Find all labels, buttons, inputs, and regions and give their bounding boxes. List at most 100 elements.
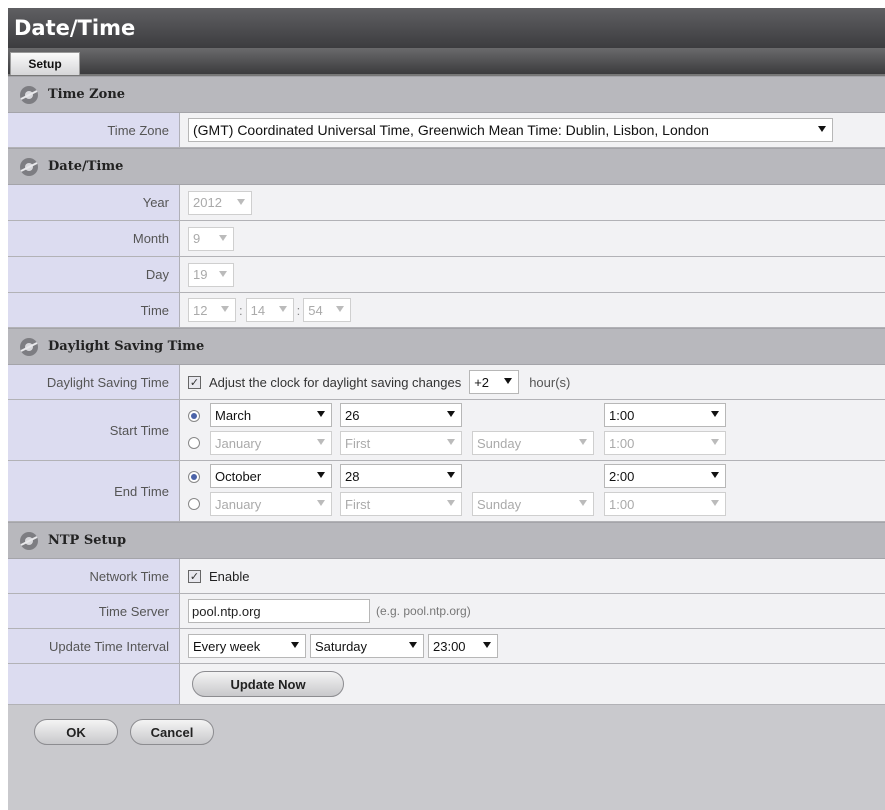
tab-bar: Setup [8, 48, 885, 76]
time-server-label: Time Server [8, 594, 180, 628]
interval-weekday-select[interactable]: Saturday [310, 634, 424, 658]
row-day: Day 19 [8, 257, 885, 293]
month-label: Month [8, 221, 180, 256]
dropdown-arrow-icon [278, 306, 287, 312]
ok-button[interactable]: OK [34, 719, 118, 745]
gear-icon [20, 531, 38, 550]
tab-setup[interactable]: Setup [10, 52, 80, 75]
section-daylight-saving: Daylight Saving Time [8, 328, 885, 365]
datetime-window: Date/Time Setup Time Zone Time Zone (GMT… [8, 8, 885, 810]
time-zone-select[interactable]: (GMT) Coordinated Universal Time, Greenw… [188, 118, 833, 142]
row-network-time: Network Time ✓ Enable [8, 559, 885, 594]
day-select[interactable]: 19 [188, 262, 234, 287]
section-time-zone: Time Zone [8, 76, 885, 113]
end-rel-month-select[interactable]: January [210, 492, 332, 516]
section-title: Daylight Saving Time [48, 339, 205, 354]
footer-bar: OK Cancel [8, 705, 885, 759]
row-update-now: Update Now [8, 664, 885, 705]
dst-checkbox[interactable]: ✓ [188, 375, 201, 389]
dropdown-arrow-icon [291, 642, 299, 648]
gear-icon [20, 85, 38, 104]
month-select[interactable]: 9 [188, 226, 234, 251]
dropdown-arrow-icon [504, 378, 513, 384]
dropdown-arrow-icon [219, 234, 227, 241]
dropdown-arrow-icon [579, 500, 587, 506]
end-rel-time-select[interactable]: 1:00 [604, 492, 726, 516]
second-select[interactable]: 54 [303, 298, 352, 322]
end-time-label: End Time [8, 461, 180, 521]
time-server-input[interactable]: pool.ntp.org [188, 599, 370, 623]
section-ntp-setup: NTP Setup [8, 522, 885, 559]
window-title: Date/Time [8, 8, 885, 48]
end-weekday-select[interactable]: Sunday [472, 492, 594, 516]
time-server-hint: (e.g. pool.ntp.org) [376, 604, 471, 618]
time-label: Time [8, 293, 180, 327]
dropdown-arrow-icon [711, 411, 719, 417]
start-time-select[interactable]: 1:00 [604, 403, 726, 427]
interval-time-select[interactable]: 23:00 [428, 634, 498, 658]
dst-label: Daylight Saving Time [8, 365, 180, 399]
end-relative-radio[interactable] [188, 498, 200, 510]
end-month-select[interactable]: October [210, 464, 332, 488]
row-end-time: End Time October 28 2:00 January First S… [8, 461, 885, 522]
dropdown-arrow-icon [711, 472, 719, 478]
start-rel-time-select[interactable]: 1:00 [604, 431, 726, 455]
row-time-zone: Time Zone (GMT) Coordinated Universal Ti… [8, 113, 885, 148]
section-title: NTP Setup [48, 533, 127, 548]
start-week-select[interactable]: First [340, 431, 462, 455]
hour-select[interactable]: 12 [188, 298, 236, 322]
minute-select[interactable]: 14 [245, 298, 294, 322]
gear-icon [20, 157, 38, 176]
row-time: Time 12 : 14 : 54 [8, 293, 885, 328]
end-time-select[interactable]: 2:00 [604, 464, 726, 488]
update-interval-label: Update Time Interval [8, 629, 180, 663]
dropdown-arrow-icon [317, 472, 325, 478]
start-month-select[interactable]: March [210, 403, 332, 427]
dropdown-arrow-icon [317, 500, 325, 506]
dropdown-arrow-icon [317, 439, 325, 445]
dropdown-arrow-icon [579, 439, 587, 445]
row-start-time: Start Time March 26 1:00 January First S… [8, 400, 885, 461]
section-title: Time Zone [48, 87, 126, 102]
row-year: Year 2012 [8, 185, 885, 221]
start-rel-month-select[interactable]: January [210, 431, 332, 455]
dst-unit: hour(s) [529, 374, 571, 390]
start-time-label: Start Time [8, 400, 180, 460]
dropdown-arrow-icon [447, 411, 455, 417]
dst-offset-select[interactable]: +2 [469, 370, 520, 394]
dropdown-arrow-icon [447, 472, 455, 478]
dropdown-arrow-icon [818, 126, 826, 132]
end-day-select[interactable]: 28 [340, 464, 462, 488]
dropdown-arrow-icon [711, 500, 719, 506]
day-label: Day [8, 257, 180, 292]
start-fixed-radio[interactable] [188, 410, 200, 422]
row-month: Month 9 [8, 221, 885, 257]
dst-adjust-text: Adjust the clock for daylight saving cha… [209, 374, 462, 390]
dropdown-arrow-icon [237, 198, 245, 205]
gear-icon [20, 337, 38, 356]
dropdown-arrow-icon [483, 642, 491, 648]
end-fixed-radio[interactable] [188, 471, 200, 483]
year-label: Year [8, 185, 180, 220]
start-day-select[interactable]: 26 [340, 403, 462, 427]
ntp-enable-checkbox[interactable]: ✓ [188, 569, 201, 583]
row-time-server: Time Server pool.ntp.org (e.g. pool.ntp.… [8, 594, 885, 629]
dropdown-arrow-icon [219, 270, 227, 277]
year-select[interactable]: 2012 [188, 190, 252, 215]
dropdown-arrow-icon [447, 439, 455, 445]
ntp-enable-label: Enable [209, 568, 250, 584]
network-time-label: Network Time [8, 559, 180, 593]
dropdown-arrow-icon [336, 306, 345, 312]
row-dst: Daylight Saving Time ✓ Adjust the clock … [8, 365, 885, 400]
interval-select[interactable]: Every week [188, 634, 306, 658]
dropdown-arrow-icon [711, 439, 719, 445]
time-zone-label: Time Zone [8, 113, 180, 147]
cancel-button[interactable]: Cancel [130, 719, 214, 745]
update-now-button[interactable]: Update Now [192, 671, 344, 697]
dropdown-arrow-icon [317, 411, 325, 417]
start-relative-radio[interactable] [188, 437, 200, 449]
start-weekday-select[interactable]: Sunday [472, 431, 594, 455]
dropdown-arrow-icon [447, 500, 455, 506]
row-update-interval: Update Time Interval Every week Saturday… [8, 629, 885, 664]
end-week-select[interactable]: First [340, 492, 462, 516]
